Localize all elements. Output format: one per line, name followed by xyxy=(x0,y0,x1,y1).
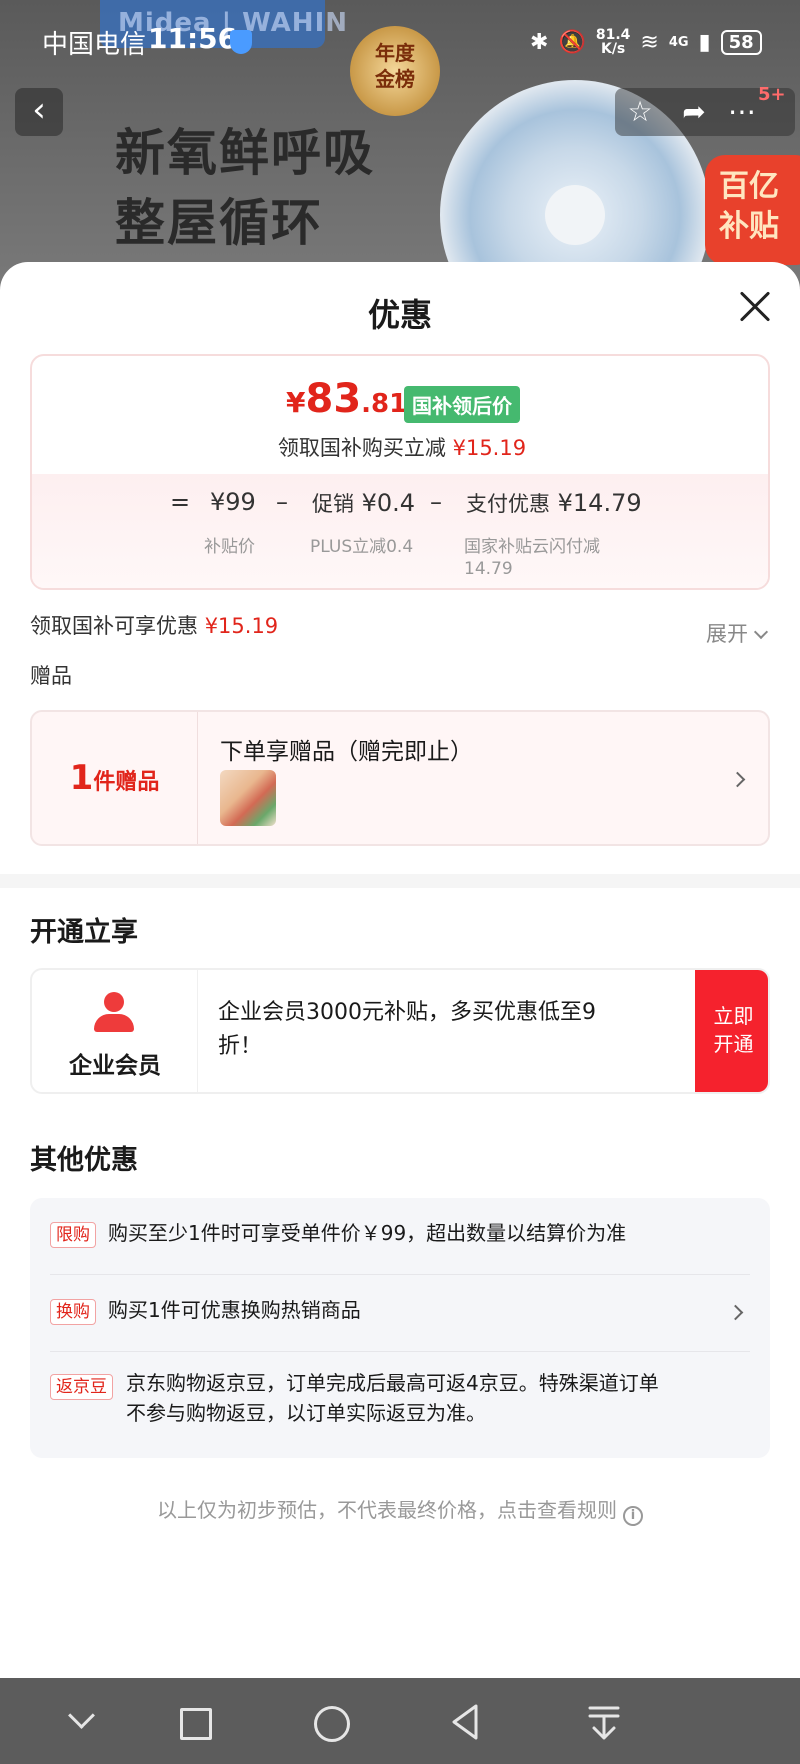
carrier-name: 中国电信 xyxy=(42,30,147,60)
fan-hub xyxy=(545,185,605,245)
chevron-down-icon xyxy=(753,624,769,640)
offer-item-jingdou: 返京豆 京东购物返京豆，订单完成后最高可返4京豆。特殊渠道订单 不参与购物返豆，… xyxy=(30,1352,770,1452)
discount-sheet: 优惠 ¥83.81 国补领后价 领取国补购买立减 ¥15.19 = ¥99 补贴… xyxy=(0,262,800,1678)
system-navigation-bar xyxy=(0,1678,800,1764)
expand-toggle[interactable]: 展开 xyxy=(706,618,769,648)
gift-count: 1件赠品 xyxy=(32,712,198,844)
signal-icon: ▮ xyxy=(698,29,711,55)
offer-tag: 返京豆 xyxy=(50,1374,113,1400)
network-type: 4G xyxy=(668,34,689,50)
chevron-right-icon xyxy=(727,1304,744,1321)
sheet-title: 优惠 xyxy=(367,296,432,334)
banner-headline: 新氧鲜呼吸 整屋循环 xyxy=(115,124,375,252)
back-triangle-icon[interactable] xyxy=(442,1698,490,1746)
status-bar: 中国电信 11:56 ✱ 🔕 81.4 K/s ≋ 4G ▮ 58 xyxy=(0,18,800,64)
battery-level: 58 xyxy=(720,29,762,55)
base-price-label: 补贴价 xyxy=(204,537,255,557)
shield-icon xyxy=(230,30,252,54)
gift-card[interactable]: 1件赠品 下单享赠品（赠完即止） xyxy=(30,710,770,846)
recent-apps-icon[interactable] xyxy=(170,1698,218,1746)
pay-discount-detail: 国家补贴云闪付减 14.79 xyxy=(464,537,600,579)
subsidy-badge: 百亿 补贴 xyxy=(705,155,800,265)
offer-tag: 换购 xyxy=(50,1299,96,1325)
membership-description: 企业会员3000元补贴，多买优惠低至9折！ xyxy=(218,1000,596,1059)
share-icon[interactable]: ➦ xyxy=(672,88,716,136)
minus-sign: – xyxy=(430,488,442,516)
offer-item-trade-in[interactable]: 换购 购买1件可优惠换购热销商品 xyxy=(30,1275,770,1351)
home-icon[interactable] xyxy=(306,1698,354,1746)
mute-bell-icon: 🔕 xyxy=(558,29,586,55)
user-icon xyxy=(92,992,136,1034)
gift-title: 下单享赠品（赠完即止） xyxy=(220,739,473,765)
bluetooth-icon: ✱ xyxy=(530,29,549,55)
membership-section-title: 开通立享 xyxy=(30,917,138,948)
message-count-badge: 5+ xyxy=(758,84,786,105)
minus-sign: – xyxy=(276,488,288,516)
offer-text: 购买1件可优惠换购热销商品 xyxy=(108,1298,361,1322)
offer-tag: 限购 xyxy=(50,1222,96,1248)
offer-text: 购买至少1件时可享受单件价￥99，超出数量以结算价为准 xyxy=(108,1221,627,1245)
offer-text: 京东购物返京豆，订单完成后最高可返4京豆。特殊渠道订单 不参与购物返豆，以订单实… xyxy=(126,1371,659,1425)
base-price: ¥99 xyxy=(210,488,256,516)
other-offers-list: 限购 购买至少1件时可享受单件价￥99，超出数量以结算价为准 换购 购买1件可优… xyxy=(30,1198,770,1458)
pay-discount: 支付优惠 ¥14.79 xyxy=(466,489,642,517)
favorite-star-icon[interactable]: ☆ xyxy=(618,88,662,136)
back-button[interactable]: ‹ xyxy=(15,88,63,136)
offer-item-purchase-limit: 限购 购买至少1件时可享受单件价￥99，超出数量以结算价为准 xyxy=(30,1198,770,1274)
membership-card: 企业会员 企业会员3000元补贴，多买优惠低至9折！ 立即 开通 xyxy=(30,968,770,1094)
claim-summary: 领取国补可享优惠 ¥15.19 xyxy=(30,614,279,638)
chevron-right-icon xyxy=(729,771,746,788)
rules-link[interactable]: 以上仅为初步预估，不代表最终价格，点击查看规则 i xyxy=(0,1494,800,1526)
hide-nav-chevron-icon[interactable] xyxy=(60,1698,108,1746)
price-card: ¥83.81 国补领后价 领取国补购买立减 ¥15.19 = ¥99 补贴价 –… xyxy=(30,354,770,590)
section-divider xyxy=(0,874,800,888)
gift-thumbnail xyxy=(220,770,276,826)
open-membership-button[interactable]: 立即 开通 xyxy=(695,970,768,1092)
net-speed: 81.4 K/s xyxy=(595,27,631,57)
claim-line: 领取国补购买立减 ¥15.19 xyxy=(277,436,527,460)
membership-label: 企业会员 xyxy=(69,1053,161,1079)
other-offers-title: 其他优惠 xyxy=(30,1145,138,1176)
membership-type: 企业会员 xyxy=(32,970,198,1092)
status-icons: ✱ 🔕 81.4 K/s ≋ 4G ▮ 58 xyxy=(530,24,762,60)
promo-detail: PLUS立减0.4 xyxy=(310,537,414,557)
final-price: ¥83.81 xyxy=(286,376,408,422)
notification-pull-down-icon[interactable] xyxy=(580,1698,628,1746)
close-button[interactable] xyxy=(732,284,778,330)
clock: 11:56 xyxy=(148,22,238,55)
wifi-icon: ≋ xyxy=(640,29,659,55)
info-icon: i xyxy=(623,1506,643,1526)
promo-amount: 促销 ¥0.4 xyxy=(312,489,416,517)
equals-sign: = xyxy=(170,488,191,516)
final-price-tag: 国补领后价 xyxy=(404,386,520,423)
gift-section-label: 赠品 xyxy=(30,664,72,688)
